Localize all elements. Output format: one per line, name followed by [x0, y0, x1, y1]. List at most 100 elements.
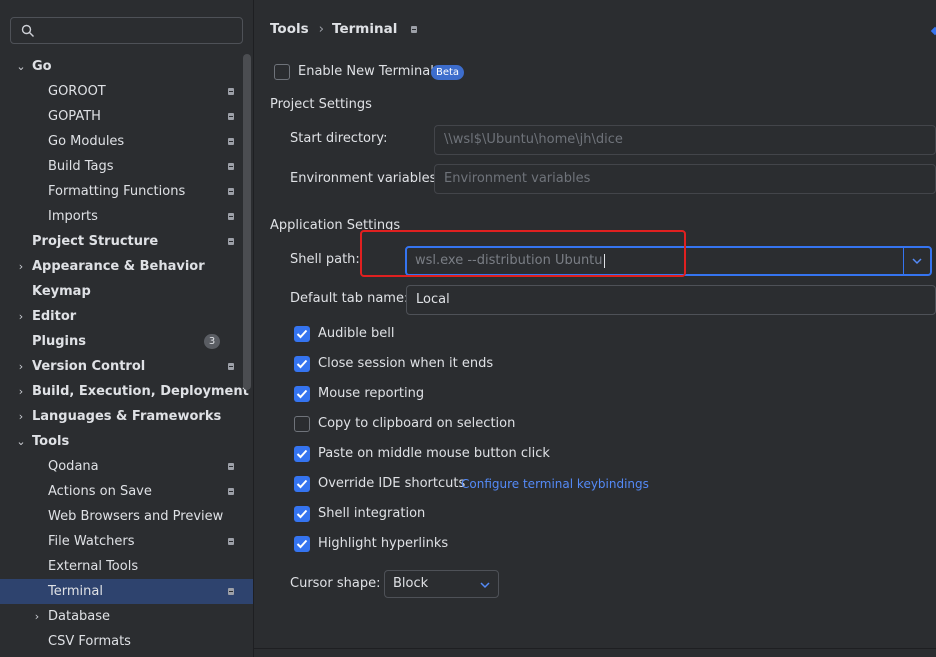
sidebar-item-label: GOROOT [48, 84, 106, 99]
application-settings-title: Application Settings [270, 218, 401, 233]
default-tab-name-field[interactable]: Local [406, 285, 936, 315]
sidebar-item-external-tools[interactable]: External Tools [0, 554, 253, 579]
checkmark-icon [296, 329, 308, 339]
sidebar-item-label: Editor [32, 309, 77, 324]
cursor-shape-label: Cursor shape: [290, 576, 381, 591]
audible-bell-checkbox[interactable] [294, 326, 310, 342]
sidebar-item-appearance-behavior[interactable]: › Appearance & Behavior [0, 254, 253, 279]
shell-path-combobox[interactable]: wsl.exe --distribution Ubuntu [405, 246, 932, 276]
sidebar-item-label: Plugins [32, 334, 86, 349]
sidebar-item-version-control[interactable]: › Version Control [0, 354, 253, 379]
project-settings-title: Project Settings [270, 97, 372, 112]
sidebar-item-label: Go Modules [48, 134, 125, 149]
enable-new-terminal-checkbox[interactable] [274, 64, 290, 80]
cursor-shape-select[interactable]: Block [384, 570, 499, 598]
sidebar-item-label: Terminal [48, 584, 103, 599]
sidebar-item-imports[interactable]: Imports [0, 204, 253, 229]
settings-search-box[interactable] [10, 17, 243, 44]
paste-middle-click-label[interactable]: Paste on middle mouse button click [318, 446, 550, 461]
override-ide-shortcuts-checkbox[interactable] [294, 476, 310, 492]
paste-middle-click-checkbox[interactable] [294, 446, 310, 462]
sidebar-item-label: GOPATH [48, 109, 101, 124]
mouse-reporting-label[interactable]: Mouse reporting [318, 386, 424, 401]
project-scope-icon [228, 538, 234, 545]
chevron-down-icon [912, 258, 922, 265]
shell-integration-checkbox[interactable] [294, 506, 310, 522]
configure-keybindings-link[interactable]: Configure terminal keybindings [461, 477, 649, 491]
sidebar-item-tools[interactable]: ⌄ Tools [0, 429, 253, 454]
breadcrumb-separator: › [318, 21, 325, 37]
checkmark-icon [296, 509, 308, 519]
audible-bell-label[interactable]: Audible bell [318, 326, 394, 341]
chevron-right-icon[interactable]: › [15, 404, 27, 429]
sidebar-item-label: Qodana [48, 459, 99, 474]
highlight-hyperlinks-checkbox[interactable] [294, 536, 310, 552]
sidebar-item-label: External Tools [48, 559, 139, 574]
start-directory-label: Start directory: [290, 131, 388, 146]
search-input[interactable] [41, 21, 240, 42]
shell-path-dropdown-button[interactable] [903, 248, 930, 274]
sidebar-item-keymap[interactable]: Keymap [0, 279, 253, 304]
sidebar-item-languages-frameworks[interactable]: › Languages & Frameworks [0, 404, 253, 429]
sidebar-item-terminal[interactable]: Terminal [0, 579, 253, 604]
enable-new-terminal-label[interactable]: Enable New Terminal [298, 64, 434, 79]
sidebar-item-go[interactable]: ⌄ Go [0, 54, 253, 79]
sidebar-item-label: Imports [48, 209, 98, 224]
start-directory-field[interactable]: \\wsl$\Ubuntu\home\jh\dice [434, 125, 936, 155]
sidebar-item-file-watchers[interactable]: File Watchers [0, 529, 253, 554]
chevron-right-icon[interactable]: › [15, 379, 27, 404]
sidebar-item-gopath[interactable]: GOPATH [0, 104, 253, 129]
chevron-down-icon[interactable]: ⌄ [15, 429, 27, 454]
sidebar-item-database[interactable]: › Database [0, 604, 253, 629]
sidebar-item-goroot[interactable]: GOROOT [0, 79, 253, 104]
checkmark-icon [296, 449, 308, 459]
project-scope-icon [228, 113, 234, 120]
chevron-right-icon[interactable]: › [31, 604, 43, 629]
sidebar-item-csv-formats[interactable]: CSV Formats [0, 629, 253, 654]
sidebar-item-plugins[interactable]: Plugins 3 [0, 329, 253, 354]
project-scope-icon [411, 25, 418, 33]
copy-to-clipboard-label[interactable]: Copy to clipboard on selection [318, 416, 515, 431]
project-scope-icon [228, 238, 234, 245]
mouse-reporting-checkbox[interactable] [294, 386, 310, 402]
override-ide-shortcuts-label[interactable]: Override IDE shortcuts [318, 476, 465, 491]
sidebar-item-project-structure[interactable]: Project Structure [0, 229, 253, 254]
sidebar-item-build-tags[interactable]: Build Tags [0, 154, 253, 179]
sidebar-item-formatting-functions[interactable]: Formatting Functions [0, 179, 253, 204]
sidebar-item-label: Tools [32, 434, 70, 449]
shell-integration-label[interactable]: Shell integration [318, 506, 425, 521]
breadcrumb-parent[interactable]: Tools [270, 21, 309, 37]
breadcrumb-current: Terminal [332, 21, 398, 37]
chevron-right-icon[interactable]: › [15, 304, 27, 329]
sidebar-item-label: Database [48, 609, 111, 624]
environment-variables-label: Environment variables: [290, 171, 441, 186]
close-session-label[interactable]: Close session when it ends [318, 356, 493, 371]
chevron-down-icon[interactable]: ⌄ [15, 54, 27, 79]
sidebar-item-label: Web Browsers and Preview [48, 509, 224, 524]
sidebar-item-build-execution-deployment[interactable]: › Build, Execution, Deployment [0, 379, 253, 404]
copy-to-clipboard-checkbox[interactable] [294, 416, 310, 432]
sidebar-item-label: CSV Formats [48, 634, 131, 649]
panel-bottom-border [254, 648, 936, 649]
highlight-hyperlinks-label[interactable]: Highlight hyperlinks [318, 536, 448, 551]
chevron-right-icon[interactable]: › [15, 354, 27, 379]
close-session-checkbox[interactable] [294, 356, 310, 372]
breadcrumb: Tools › Terminal [270, 21, 418, 37]
sidebar-item-actions-on-save[interactable]: Actions on Save [0, 479, 253, 504]
sidebar-item-qodana[interactable]: Qodana [0, 454, 253, 479]
sidebar-item-editor[interactable]: › Editor [0, 304, 253, 329]
text-cursor [603, 253, 605, 268]
shell-path-value[interactable]: wsl.exe --distribution Ubuntu [415, 253, 603, 268]
sidebar-item-go-modules[interactable]: Go Modules [0, 129, 253, 154]
checkmark-icon [296, 359, 308, 369]
sidebar-item-label: Version Control [32, 359, 146, 374]
sidebar-scrollbar[interactable] [243, 54, 251, 390]
sidebar-item-web-browsers[interactable]: Web Browsers and Preview [0, 504, 253, 529]
checkmark-icon [296, 389, 308, 399]
chevron-down-icon [480, 582, 490, 589]
project-scope-icon [228, 488, 234, 495]
sidebar-item-label: Go [32, 59, 52, 74]
environment-variables-field[interactable]: Environment variables [434, 164, 936, 194]
terminal-settings-panel: Tools › Terminal Enable New Terminal Beta … [254, 0, 936, 657]
chevron-right-icon[interactable]: › [15, 254, 27, 279]
